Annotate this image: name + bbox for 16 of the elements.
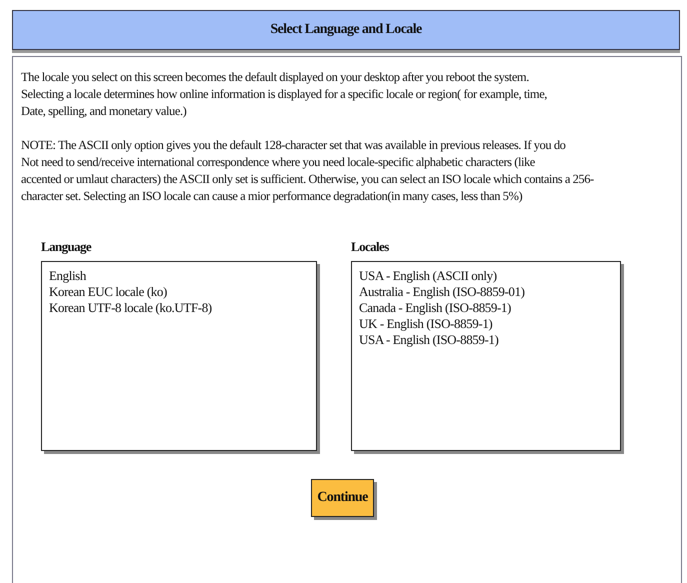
- continue-button[interactable]: Continue: [311, 479, 374, 517]
- page-title: Select Language and Locale: [270, 22, 422, 38]
- list-item[interactable]: UK - English (ISO-8859-1): [359, 316, 613, 332]
- list-item[interactable]: USA - English (ISO-8859-1): [359, 332, 613, 348]
- list-item[interactable]: Australia - English (ISO-8859-01): [359, 284, 613, 300]
- list-item[interactable]: USA - English (ASCII only): [359, 268, 613, 284]
- language-list[interactable]: English Korean EUC locale (ko) Korean UTF-8 locale (ko.UTF-8): [41, 261, 317, 451]
- list-item[interactable]: Korean UTF-8 locale (ko.UTF-8): [49, 300, 309, 316]
- language-label: Language: [41, 239, 92, 255]
- list-item[interactable]: Korean EUC locale (ko): [49, 284, 309, 300]
- list-item[interactable]: Canada - English (ISO-8859-1): [359, 300, 613, 316]
- list-item[interactable]: English: [49, 268, 309, 284]
- locales-list[interactable]: USA - English (ASCII only) Australia - English (ISO-8859-01) Canada - English (ISO-8859-1) UK - English (ISO-8859-1) USA - English (ISO-8859-1): [351, 261, 621, 451]
- locales-label: Locales: [351, 239, 389, 255]
- note-paragraph: NOTE: The ASCII only option gives you the default 128-character set that was available in previous releases. If you do Not need to send/receive international correspondence where you need locale-specific alphabetic characters (like accented or umlaut characters) the ASCII only set is sufficient. Otherwise, you can select an ISO locale which contains a 256- character set. Selecting an ISO locale can cause a mior performance degradation(in many cases, less than 5%): [21, 137, 595, 205]
- intro-paragraph: The locale you select on this screen becomes the default displayed on your desktop after you reboot the system. Selecting a locale determines how online information is displayed for a specific locale or region( for example, time, Date, spelling, and monetary value.): [21, 69, 548, 120]
